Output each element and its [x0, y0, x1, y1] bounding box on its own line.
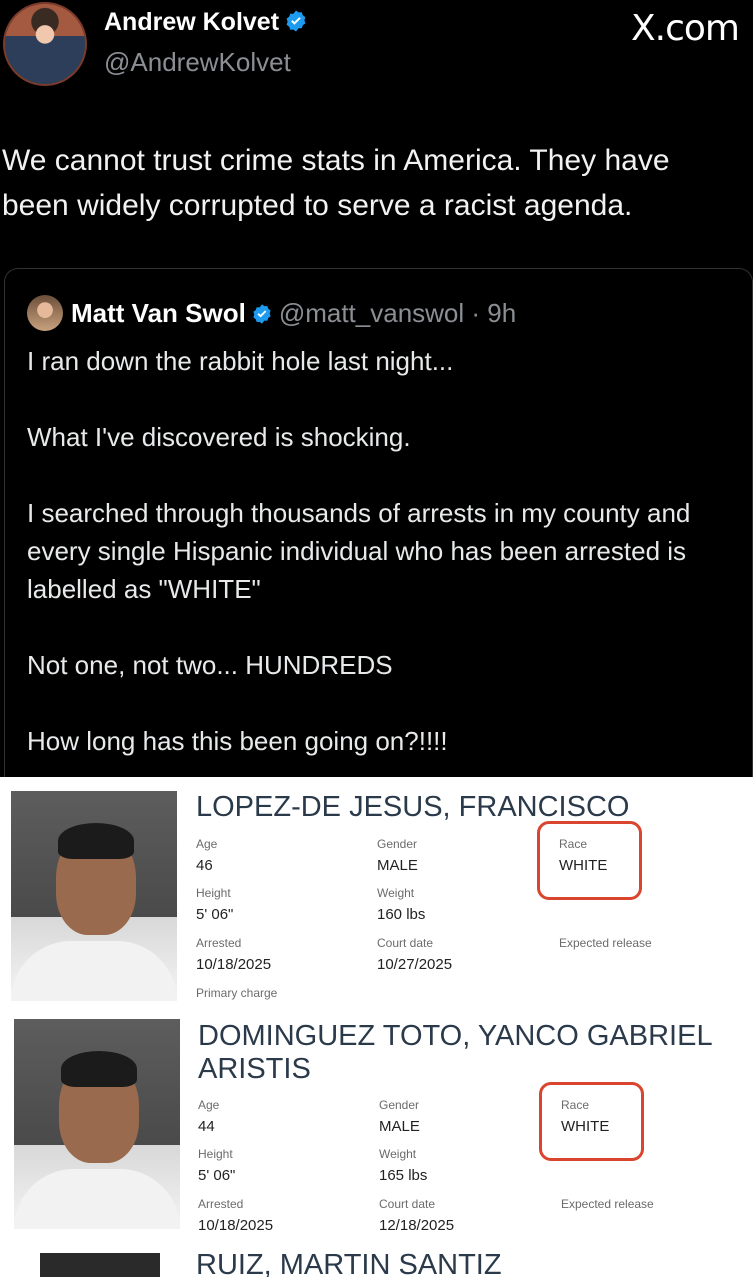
weight-field: Weight 165 lbs [379, 1147, 428, 1184]
height-field: Height 5' 06" [198, 1147, 236, 1184]
race-highlight-box [537, 821, 642, 900]
record-name: DOMINGUEZ TOTO, YANCO GABRIEL [198, 1020, 713, 1052]
verified-badge-icon [253, 304, 271, 324]
record-name: LOPEZ-DE JESUS, FRANCISCO [196, 791, 630, 823]
post-text: We cannot trust crime stats in America. … [2, 138, 752, 228]
author-avatar[interactable] [3, 2, 87, 86]
expected-release-field: Expected release [559, 936, 652, 950]
quote-paragraph: Not one, not two... HUNDREDS [27, 650, 393, 680]
gender-field: Gender MALE [377, 837, 418, 874]
quote-author-avatar[interactable] [27, 295, 63, 331]
primary-charge-field: Primary charge [196, 986, 278, 1000]
quote-text: I ran down the rabbit hole last night...… [27, 342, 747, 798]
author-handle[interactable]: @AndrewKolvet [104, 47, 291, 78]
gender-field: Gender MALE [379, 1098, 420, 1135]
age-field: Age 46 [196, 837, 218, 874]
quote-paragraph: I ran down the rabbit hole last night... [27, 346, 454, 376]
author-name[interactable]: Andrew Kolvet [104, 8, 308, 37]
arrested-field: Arrested 10/18/2025 [198, 1197, 274, 1234]
court-date-field: Court date 12/18/2025 [379, 1197, 455, 1234]
post-text-line: We cannot trust crime stats in America. … [2, 144, 670, 177]
mugshot-photo [40, 1253, 160, 1277]
quote-paragraph: I searched through thousands of arrests … [27, 498, 691, 604]
quote-author-name[interactable]: Matt Van Swol [71, 298, 246, 328]
post-header: Andrew Kolvet @AndrewKolvet X.com [0, 0, 753, 100]
race-highlight-box [539, 1082, 644, 1161]
mugshot-photo [11, 791, 177, 1001]
court-date-field: Court date 10/27/2025 [377, 936, 453, 973]
x-logo: X.com [631, 8, 740, 49]
verified-badge-icon [286, 10, 306, 32]
quote-author-line: Matt Van Swol @matt_vanswol · 9h [71, 298, 516, 329]
height-field: Height 5' 06" [196, 886, 234, 923]
mugshot-photo [14, 1019, 180, 1229]
quote-paragraph: How long has this been going on?!!!! [27, 726, 448, 756]
expected-release-field: Expected release [561, 1197, 654, 1211]
arrested-field: Arrested 10/18/2025 [196, 936, 272, 973]
quote-paragraph: What I've discovered is shocking. [27, 422, 411, 452]
post-text-line: been widely corrupted to serve a racist … [2, 189, 633, 222]
attached-image[interactable]: LOPEZ-DE JESUS, FRANCISCO Age 46 Gender MA… [0, 777, 753, 1277]
weight-field: Weight 160 lbs [377, 886, 426, 923]
quoted-post[interactable]: Matt Van Swol @matt_vanswol · 9h I ran do… [4, 268, 753, 788]
record-name-continued: ARISTIS [198, 1053, 311, 1085]
age-field: Age 44 [198, 1098, 220, 1135]
quote-author-handle[interactable]: @matt_vanswol · 9h [279, 298, 516, 328]
record-name: RUIZ, MARTIN SANTIZ [196, 1249, 502, 1277]
